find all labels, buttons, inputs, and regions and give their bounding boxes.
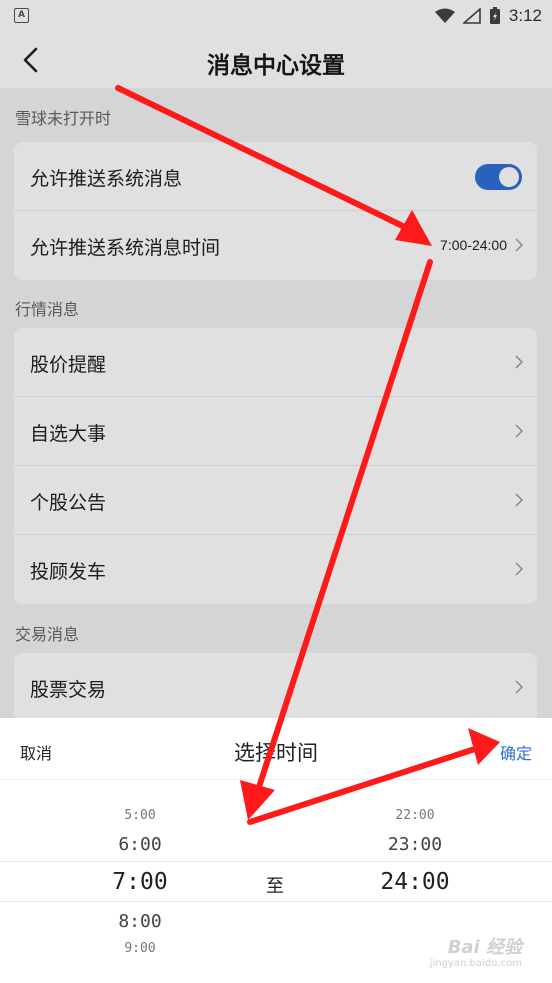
picker-option-selected: 24:00 [380, 869, 450, 895]
picker-option: 22:00 [395, 808, 435, 823]
to-label: 至 [266, 876, 284, 897]
picker-option: 23:00 [387, 834, 443, 855]
picker-header: 取消 选择时间 确定 [0, 718, 552, 780]
picker-title: 选择时间 [234, 741, 318, 765]
picker-option: 5:00 [124, 808, 156, 823]
time-picker-sheet: 取消 选择时间 确定 5:00 6:00 7:00 8:00 9:00 至 22… [0, 718, 552, 983]
picker-option: 9:00 [124, 941, 156, 956]
picker-option: 8:00 [118, 911, 162, 932]
picker-option: 6:00 [118, 834, 162, 855]
picker-option-selected: 7:00 [112, 869, 168, 895]
watermark-url: jingyan.baidu.com [429, 958, 522, 969]
confirm-button[interactable]: 确定 [500, 740, 532, 764]
watermark-logo: Bai 经验 [447, 937, 522, 958]
